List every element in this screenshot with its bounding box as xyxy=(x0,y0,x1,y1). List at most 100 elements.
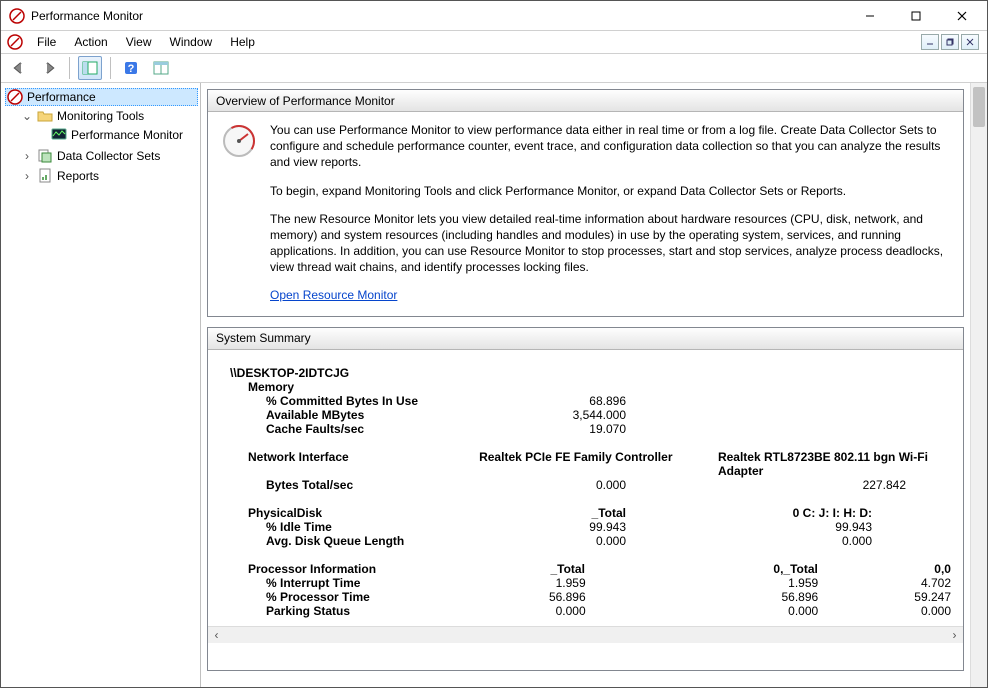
navigation-tree[interactable]: Performance ⌄ Monitoring Tools xyxy=(1,83,201,687)
horizontal-scrollbar[interactable]: ‹ › xyxy=(208,626,963,643)
metric-name: % Processor Time xyxy=(266,590,461,604)
help-button[interactable]: ? xyxy=(119,56,143,80)
vertical-scrollbar[interactable] xyxy=(970,83,987,687)
metric-row: Bytes Total/sec0.000227.842 xyxy=(220,478,951,492)
metric-row: % Idle Time99.94399.943 xyxy=(220,520,951,534)
content-pane: Overview of Performance Monitor You can … xyxy=(201,83,987,687)
expand-icon[interactable]: › xyxy=(21,169,33,183)
metric-value: 19.070 xyxy=(486,422,626,436)
menu-help[interactable]: Help xyxy=(222,33,263,51)
section-network: Network Interface Realtek PCIe FE Family… xyxy=(220,450,951,478)
tree-label: Performance Monitor xyxy=(71,128,183,142)
perfmon-icon xyxy=(7,89,23,105)
section-processor: Processor Information _Total 0,_Total 0,… xyxy=(220,562,951,576)
svg-text:?: ? xyxy=(128,63,135,75)
metric-value: 4.702 xyxy=(862,576,951,590)
overview-paragraph: You can use Performance Monitor to view … xyxy=(270,122,949,171)
menu-file[interactable]: File xyxy=(29,33,64,51)
metric-name: Available MBytes xyxy=(266,408,486,422)
metric-value: 68.896 xyxy=(486,394,626,408)
gauge-icon xyxy=(222,124,256,158)
toolbar: ? xyxy=(1,53,987,83)
monitor-icon xyxy=(51,127,67,143)
open-resource-monitor-link[interactable]: Open Resource Monitor xyxy=(270,288,397,302)
folder-icon xyxy=(37,108,53,124)
system-summary-body: \\DESKTOP-2IDTCJG Memory % Committed Byt… xyxy=(208,350,963,671)
titlebar: Performance Monitor xyxy=(1,1,987,31)
metric-row: % Committed Bytes In Use68.896 xyxy=(220,394,951,408)
collapse-icon[interactable]: ⌄ xyxy=(21,109,33,123)
overview-paragraph: The new Resource Monitor lets you view d… xyxy=(270,211,949,276)
metric-name: % Idle Time xyxy=(266,520,486,534)
metric-value: 59.247 xyxy=(862,590,951,604)
menubar: File Action View Window Help xyxy=(1,31,987,53)
metric-value: 56.896 xyxy=(461,590,585,604)
metric-row: % Interrupt Time1.9591.9594.702 xyxy=(220,576,951,590)
tree-label: Monitoring Tools xyxy=(57,109,144,123)
metric-name: Cache Faults/sec xyxy=(266,422,486,436)
metric-value: 56.896 xyxy=(712,590,819,604)
metric-value: 1.959 xyxy=(461,576,585,590)
overview-paragraph: To begin, expand Monitoring Tools and cl… xyxy=(270,183,949,199)
metric-row: % Processor Time56.89656.89659.247 xyxy=(220,590,951,604)
tree-label: Performance xyxy=(27,90,96,104)
expand-icon[interactable]: › xyxy=(21,149,33,163)
app-menu-icon xyxy=(7,34,23,50)
metric-row: Cache Faults/sec19.070 xyxy=(220,422,951,436)
tree-node-performance[interactable]: Performance xyxy=(5,88,198,106)
overview-header: Overview of Performance Monitor xyxy=(208,90,963,112)
data-collector-icon xyxy=(37,148,53,164)
show-hide-tree-button[interactable] xyxy=(78,56,102,80)
reports-icon xyxy=(37,168,53,184)
section-physicaldisk: PhysicalDisk _Total 0 C: J: I: H: D: xyxy=(220,506,951,520)
tree-label: Reports xyxy=(57,169,99,183)
metric-value: 0.000 xyxy=(752,534,872,548)
metric-value: 1.959 xyxy=(712,576,819,590)
system-summary-panel: System Summary \\DESKTOP-2IDTCJG Memory … xyxy=(207,327,964,672)
tree-label: Data Collector Sets xyxy=(57,149,160,163)
metric-name: Parking Status xyxy=(266,604,461,618)
metric-value: 0.000 xyxy=(486,534,626,548)
scroll-left-icon[interactable]: ‹ xyxy=(208,627,225,644)
metric-name: Avg. Disk Queue Length xyxy=(266,534,486,548)
mdi-restore-button[interactable] xyxy=(941,34,959,50)
section-memory: Memory xyxy=(220,380,951,394)
mdi-minimize-button[interactable] xyxy=(921,34,939,50)
tree-node-performance-monitor[interactable]: Performance Monitor xyxy=(33,126,198,144)
metric-value: 0.000 xyxy=(486,478,626,492)
metric-value: 99.943 xyxy=(486,520,626,534)
metric-row: Available MBytes3,544.000 xyxy=(220,408,951,422)
system-summary-header: System Summary xyxy=(208,328,963,350)
metric-value: 99.943 xyxy=(752,520,872,534)
metric-value: 0.000 xyxy=(461,604,585,618)
metric-value: 0.000 xyxy=(712,604,819,618)
menu-window[interactable]: Window xyxy=(162,33,221,51)
metric-row: Parking Status0.0000.0000.000 xyxy=(220,604,951,618)
close-button[interactable] xyxy=(939,2,985,30)
mdi-controls xyxy=(921,34,983,50)
overview-panel: Overview of Performance Monitor You can … xyxy=(207,89,964,317)
maximize-button[interactable] xyxy=(893,2,939,30)
app-icon xyxy=(9,8,25,24)
client-area: Performance ⌄ Monitoring Tools xyxy=(1,83,987,687)
metric-name: % Interrupt Time xyxy=(266,576,461,590)
menu-action[interactable]: Action xyxy=(66,33,115,51)
metric-name: % Committed Bytes In Use xyxy=(266,394,486,408)
window-title: Performance Monitor xyxy=(31,9,847,23)
menu-view[interactable]: View xyxy=(118,33,160,51)
metric-value: 3,544.000 xyxy=(486,408,626,422)
minimize-button[interactable] xyxy=(847,2,893,30)
scroll-thumb[interactable] xyxy=(973,87,985,127)
metric-value: 227.842 xyxy=(626,478,906,492)
tree-node-monitoring-tools[interactable]: ⌄ Monitoring Tools xyxy=(19,107,198,125)
scroll-right-icon[interactable]: › xyxy=(946,627,963,644)
tree-node-reports[interactable]: › Reports xyxy=(19,167,198,185)
app-window: Performance Monitor File Action View Win… xyxy=(0,0,988,688)
host-name: \\DESKTOP-2IDTCJG xyxy=(220,366,951,380)
properties-button[interactable] xyxy=(149,56,173,80)
back-button[interactable] xyxy=(7,56,31,80)
forward-button[interactable] xyxy=(37,56,61,80)
mdi-close-button[interactable] xyxy=(961,34,979,50)
tree-node-data-collector-sets[interactable]: › Data Collector Sets xyxy=(19,147,198,165)
metric-row: Avg. Disk Queue Length0.0000.000 xyxy=(220,534,951,548)
